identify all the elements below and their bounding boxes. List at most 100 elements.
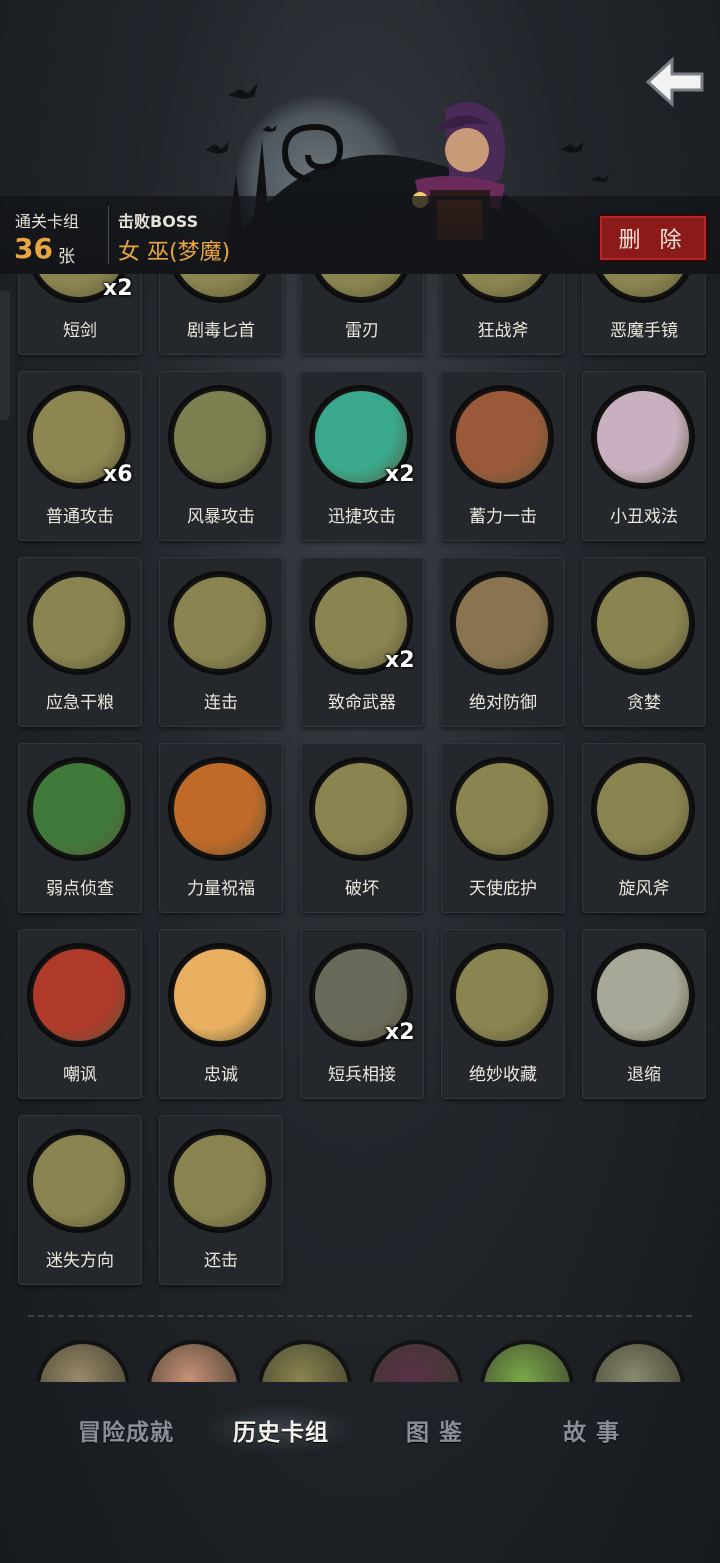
card-slot[interactable]: 力量祝福	[159, 743, 283, 913]
card-name: 迅捷攻击	[328, 507, 396, 527]
card-slot[interactable]: 雷刃	[300, 274, 424, 355]
card-slot[interactable]: 破坏	[300, 743, 424, 913]
card-art-frame	[591, 385, 695, 489]
card-name: 致命武器	[328, 693, 396, 713]
poison-dagger-icon	[174, 274, 266, 297]
card-slot[interactable]: 小丑戏法	[582, 371, 706, 541]
card-count-badge: x6	[103, 462, 133, 487]
cross-icon	[174, 949, 266, 1041]
card-name: 力量祝福	[187, 879, 255, 899]
card-art-frame	[309, 757, 413, 861]
card-name: 绝妙收藏	[469, 1065, 537, 1085]
card-slot[interactable]: 蓄力一击	[441, 371, 565, 541]
card-name: 退缩	[627, 1065, 661, 1085]
break-icon	[315, 763, 407, 855]
deck-thumbnail[interactable]	[147, 1340, 241, 1382]
rations-icon	[33, 577, 125, 669]
card-name: 绝对防御	[469, 693, 537, 713]
card-art-frame	[591, 943, 695, 1047]
card-name: 天使庇护	[469, 879, 537, 899]
card-art-frame	[591, 571, 695, 675]
card-art-frame	[27, 757, 131, 861]
back-arrow-button[interactable]	[642, 52, 708, 112]
card-count-badge: x2	[385, 1020, 415, 1045]
archer-icon	[174, 577, 266, 669]
card-art-frame	[27, 943, 131, 1047]
cleared-deck-count: 36	[14, 232, 53, 265]
deck-thumbnail[interactable]	[591, 1340, 685, 1382]
card-slot[interactable]: x6 普通攻击	[18, 371, 142, 541]
berserker-axe-icon	[456, 274, 548, 297]
thumb-3-icon	[262, 1344, 348, 1382]
card-name: 蓄力一击	[469, 507, 537, 527]
tab-story[interactable]: 故 事	[563, 1413, 620, 1447]
thumb-1-icon	[40, 1344, 126, 1382]
card-name: 应急干粮	[46, 693, 114, 713]
card-slot[interactable]: 贪婪	[582, 557, 706, 727]
card-slot[interactable]: 狂战斧	[441, 274, 565, 355]
card-art-frame	[309, 274, 413, 303]
card-name: 连击	[204, 693, 238, 713]
deck-thumbnail[interactable]	[369, 1340, 463, 1382]
card-art-frame	[168, 943, 272, 1047]
card-name: 剧毒匕首	[187, 321, 255, 341]
card-name: 迷失方向	[46, 1251, 114, 1271]
tab-deck-history[interactable]: 历史卡组	[233, 1413, 329, 1447]
card-art-frame	[27, 571, 131, 675]
card-slot[interactable]: 连击	[159, 557, 283, 727]
deck-thumbnail[interactable]	[258, 1340, 352, 1382]
card-slot[interactable]: x2 致命武器	[300, 557, 424, 727]
card-slot[interactable]: 忠诚	[159, 929, 283, 1099]
card-slot[interactable]: 恶魔手镜	[582, 274, 706, 355]
card-slot[interactable]: 应急干粮	[18, 557, 142, 727]
card-art-frame	[450, 385, 554, 489]
deck-thumbnail-strip	[0, 1340, 720, 1382]
card-name: 风暴攻击	[187, 507, 255, 527]
tab-adventure-achievements[interactable]: 冒险成就	[78, 1413, 174, 1447]
card-name: 狂战斧	[477, 321, 529, 341]
card-slot[interactable]: x2 短兵相接	[300, 929, 424, 1099]
fist-icon	[174, 763, 266, 855]
retreat-icon	[597, 949, 689, 1041]
card-count-badge: x2	[385, 462, 415, 487]
card-slot[interactable]: 绝妙收藏	[441, 929, 565, 1099]
cleared-deck-label: 通关卡组	[15, 212, 80, 231]
bottom-tab-bar: 冒险成就 历史卡组 图 鉴 故 事	[0, 1395, 720, 1465]
collection-icon	[456, 949, 548, 1041]
card-slot[interactable]: 绝对防御	[441, 557, 565, 727]
boss-label: 击败BOSS	[118, 212, 199, 231]
card-name: 破坏	[345, 879, 379, 899]
card-grid: x2 短剑 剧毒匕首 雷刃 狂战斧 恶魔手镜 x6 普通攻击 风暴攻击 x2 迅捷攻击 蓄力一击 小丑戏…	[0, 274, 720, 1304]
card-slot[interactable]: 还击	[159, 1115, 283, 1285]
thumb-6-icon	[595, 1344, 681, 1382]
card-count-badge: x2	[103, 276, 133, 301]
thumb-2-icon	[151, 1344, 237, 1382]
card-slot[interactable]: 风暴攻击	[159, 371, 283, 541]
taunt-icon	[33, 949, 125, 1041]
card-slot[interactable]: 弱点侦查	[18, 743, 142, 913]
card-name: 弱点侦查	[46, 879, 114, 899]
card-slot[interactable]: 剧毒匕首	[159, 274, 283, 355]
tab-codex[interactable]: 图 鉴	[406, 1413, 463, 1447]
thumb-5-icon	[484, 1344, 570, 1382]
angel-crown-icon	[456, 763, 548, 855]
wolf-icon	[33, 763, 125, 855]
card-slot[interactable]: 天使庇护	[441, 743, 565, 913]
hammer-icon	[456, 391, 548, 483]
card-art-frame	[450, 757, 554, 861]
deck-thumbnail[interactable]	[480, 1340, 574, 1382]
card-slot[interactable]: 嘲讽	[18, 929, 142, 1099]
card-name: 嘲讽	[63, 1065, 97, 1085]
card-slot[interactable]: 退缩	[582, 929, 706, 1099]
card-name: 旋风斧	[618, 879, 670, 899]
whirl-axe-icon	[597, 763, 689, 855]
delete-button[interactable]: 删 除	[598, 214, 708, 262]
card-slot[interactable]: 迷失方向	[18, 1115, 142, 1285]
deck-thumbnail[interactable]	[36, 1340, 130, 1382]
card-slot[interactable]: x2 迅捷攻击	[300, 371, 424, 541]
card-art-frame	[450, 571, 554, 675]
card-slot[interactable]: x2 短剑	[18, 274, 142, 355]
shield-dwarf-icon	[456, 577, 548, 669]
counter-icon	[174, 1135, 266, 1227]
card-slot[interactable]: 旋风斧	[582, 743, 706, 913]
